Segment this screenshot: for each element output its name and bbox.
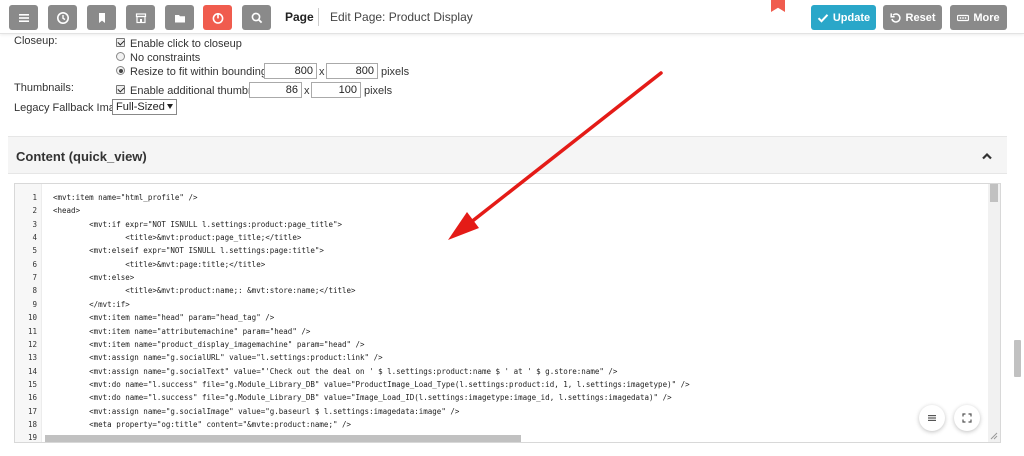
fullscreen-icon	[962, 413, 972, 423]
page-scrollbar-thumb[interactable]	[1014, 340, 1021, 377]
code-line[interactable]: <mvt:assign name="g.socialText" value="'…	[53, 367, 617, 376]
reset-button[interactable]: Reset	[883, 5, 942, 30]
code-editor[interactable]: 1 2 3 4 5 6 7 8 9 10 11 12 13 14 15 16 17 18 19 <mvt:item …	[14, 183, 1001, 443]
search-icon	[251, 12, 262, 23]
code-line[interactable]: <mvt:assign name="g.socialImage" value="…	[53, 407, 459, 416]
legacy-fallback-select[interactable]: Full-Sized	[112, 99, 177, 115]
hamburger-icon	[928, 415, 936, 421]
resize-handle-icon[interactable]	[990, 432, 998, 440]
search-button[interactable]	[242, 5, 271, 30]
code-line[interactable]: <mvt:do name="l.success" file="g.Module_…	[53, 380, 690, 389]
line-number: 13	[27, 353, 37, 363]
resize-height-input[interactable]: 800	[326, 63, 378, 79]
reset-icon	[889, 12, 901, 23]
closeup-label: Closeup:	[14, 35, 58, 47]
vertical-scrollbar[interactable]	[988, 184, 1000, 442]
vertical-scroll-thumb[interactable]	[990, 184, 998, 202]
line-number: 17	[27, 406, 37, 416]
bookmark-ribbon-icon[interactable]	[771, 0, 785, 12]
power-icon	[212, 12, 223, 24]
more-icon	[957, 14, 970, 21]
code-line[interactable]: <mvt:item name="attributemachine" param=…	[53, 327, 310, 336]
thumb-height-input[interactable]: 100	[311, 82, 361, 98]
line-number: 1	[32, 193, 37, 202]
bookmark-button[interactable]	[87, 5, 116, 30]
line-number: 2	[32, 206, 37, 216]
content-section-header[interactable]: Content (quick_view)	[8, 136, 1007, 174]
fullscreen-button[interactable]	[954, 405, 980, 431]
no-constraints-text: No constraints	[130, 52, 201, 64]
line-number: 11	[27, 326, 37, 336]
code-line[interactable]: </mvt:if>	[53, 300, 130, 309]
code-line[interactable]: <mvt:elseif expr="NOT ISNULL l.settings:…	[53, 246, 324, 255]
clock-icon	[56, 11, 69, 24]
line-number: 18	[27, 419, 37, 429]
thumb-x-sep: x	[304, 85, 310, 97]
folder-button[interactable]	[165, 5, 194, 30]
thumb-pixels-label: pixels	[364, 85, 393, 97]
chevron-up-icon[interactable]	[981, 150, 993, 162]
resize-width-input[interactable]: 800	[264, 63, 317, 79]
legacy-fallback-value: Full-Sized	[116, 101, 165, 113]
storefront-icon	[135, 12, 146, 23]
enable-closeup-text: Enable click to closeup	[130, 38, 242, 50]
code-line[interactable]: <mvt:item name="head" param="head_tag" /…	[53, 313, 274, 322]
chevron-down-icon	[167, 104, 173, 109]
top-toolbar: Page Edit Page: Product Display Update R…	[0, 0, 1024, 34]
code-line[interactable]: <title>&mvt:product:name;: &mvt:store:na…	[53, 286, 355, 295]
code-line[interactable]: <mvt:item name="html_profile" />	[53, 193, 198, 202]
page-subtitle: Edit Page: Product Display	[330, 10, 473, 24]
line-number: 12	[27, 339, 37, 349]
editor-menu-button[interactable]	[919, 405, 945, 431]
line-number: 9	[32, 299, 37, 309]
line-number: 7	[32, 273, 37, 283]
line-number: 16	[27, 393, 37, 403]
alert-button[interactable]	[203, 5, 232, 30]
code-line[interactable]: <title>&mvt:product:page_title;</title>	[53, 233, 301, 242]
code-line[interactable]: <title>&mvt:page:title;</title>	[53, 260, 265, 269]
reset-label: Reset	[905, 11, 936, 24]
thumbnails-label: Thumbnails:	[14, 82, 74, 94]
line-number: 4	[32, 233, 37, 243]
history-button[interactable]	[48, 5, 77, 30]
line-number: 14	[27, 366, 37, 376]
thumb-width-input[interactable]: 86	[249, 82, 302, 98]
resize-pixels-label: pixels	[381, 66, 410, 78]
line-number: 3	[32, 219, 37, 229]
resize-radio[interactable]	[116, 66, 125, 75]
line-number: 6	[32, 259, 37, 269]
menu-button[interactable]	[9, 5, 38, 30]
update-button[interactable]: Update	[811, 5, 876, 30]
line-number: 15	[27, 379, 37, 389]
code-line[interactable]: <mvt:item name="product_display_imagemac…	[53, 340, 364, 349]
section-title: Content (quick_view)	[16, 149, 147, 164]
page-title: Page	[285, 10, 314, 24]
more-label: More	[973, 11, 1000, 24]
enable-thumbnails-checkbox[interactable]	[116, 85, 125, 94]
resize-x-sep: x	[319, 66, 325, 78]
line-number: 19	[27, 433, 37, 443]
horizontal-scroll-thumb[interactable]	[45, 435, 521, 442]
hamburger-icon	[18, 13, 29, 22]
line-number: 10	[27, 313, 37, 323]
code-line[interactable]: <mvt:assign name="g.socialURL" value="l.…	[53, 353, 383, 362]
code-line[interactable]: <mvt:else>	[53, 273, 134, 282]
code-line[interactable]: <head>	[53, 206, 80, 215]
line-number-gutter: 1 2 3 4 5 6 7 8 9 10 11 12 13 14 15 16 17 18 19	[15, 184, 42, 442]
folder-icon	[174, 14, 185, 22]
code-line[interactable]: <meta property="og:title" content="&mvte…	[53, 420, 351, 429]
bookmark-icon	[98, 12, 105, 23]
no-constraints-radio[interactable]	[116, 52, 125, 61]
code-line[interactable]: <mvt:if expr="NOT ISNULL l.settings:prod…	[53, 220, 342, 229]
enable-closeup-checkbox[interactable]	[116, 38, 125, 47]
update-label: Update	[832, 11, 871, 24]
store-button[interactable]	[126, 5, 155, 30]
line-number: 8	[32, 286, 37, 296]
more-button[interactable]: More	[950, 5, 1007, 30]
check-icon	[817, 13, 829, 23]
line-number: 5	[32, 246, 37, 256]
title-divider	[318, 8, 319, 26]
code-line[interactable]: <mvt:do name="l.success" file="g.Module_…	[53, 393, 672, 402]
